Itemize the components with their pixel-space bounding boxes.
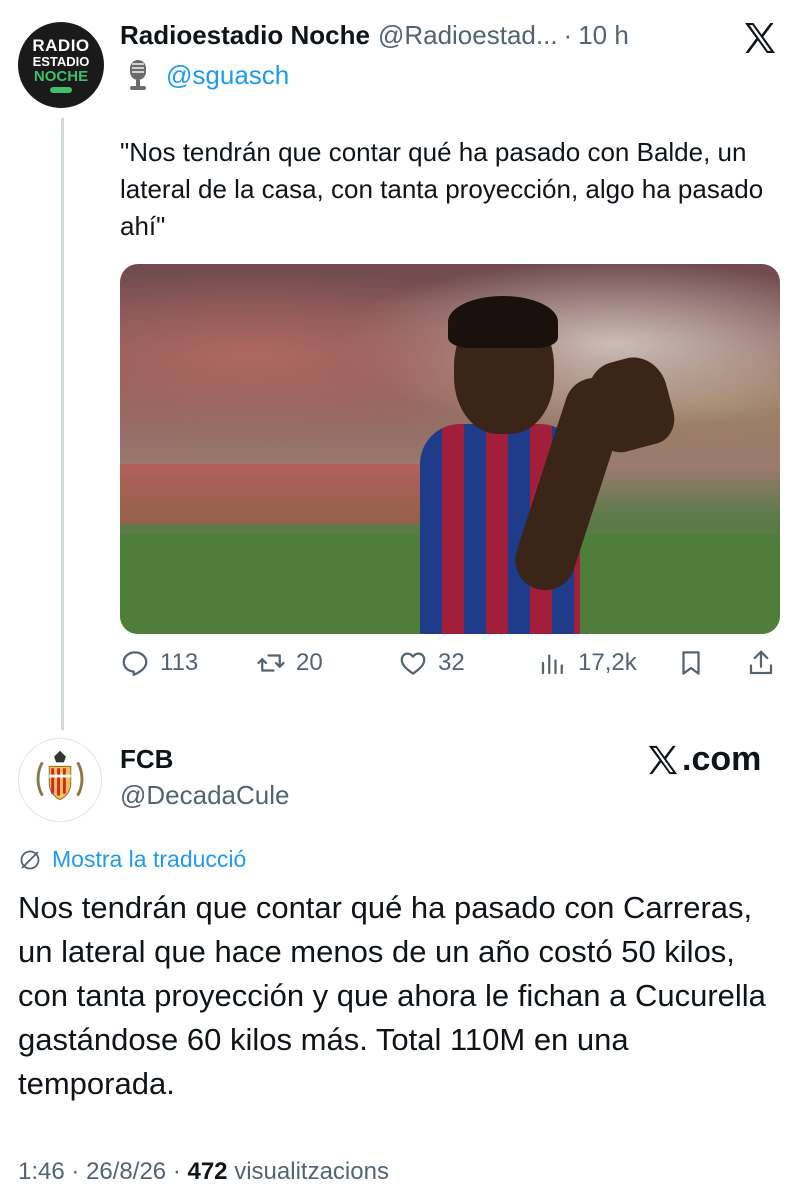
photo-player-hair bbox=[448, 296, 558, 348]
parent-tweet-text: "Nos tendrán que contar qué ha pasado co… bbox=[120, 137, 764, 241]
main-author-handle[interactable]: @DecadaCule bbox=[120, 780, 289, 811]
mention-link[interactable]: @sguasch bbox=[166, 60, 289, 91]
x-watermark-icon bbox=[648, 745, 678, 774]
author-handle[interactable]: @Radioestad... bbox=[378, 20, 558, 51]
main-tweet-text: Nos tendrán que contar qué ha pasado con… bbox=[18, 890, 766, 1101]
avatar-logo-line-3: NOCHE bbox=[33, 68, 89, 85]
like-button[interactable]: 32 bbox=[398, 648, 465, 678]
like-icon bbox=[400, 652, 426, 675]
bookmark-button[interactable] bbox=[676, 648, 716, 678]
meta-separator: · bbox=[71, 1158, 87, 1185]
bookmark-icon bbox=[682, 651, 700, 675]
tweet-date[interactable]: 26/8/26 bbox=[86, 1158, 166, 1185]
author-name[interactable]: Radioestadio Noche bbox=[120, 20, 370, 51]
fcb-crest-avatar[interactable] bbox=[18, 738, 102, 822]
x-com-watermark: .com bbox=[646, 740, 761, 779]
tweet-view-count: 472 bbox=[187, 1158, 228, 1185]
x-com-text: .com bbox=[682, 740, 762, 778]
tweet-meta: 1:46 · 26/8/26 · 472 visualitzacions bbox=[18, 1158, 389, 1186]
reply-count: 113 bbox=[160, 649, 199, 676]
repost-icon bbox=[257, 654, 285, 672]
avatar-logo-mark bbox=[50, 87, 72, 93]
repost-button[interactable]: 20 bbox=[256, 648, 323, 678]
microphone-icon bbox=[130, 60, 146, 90]
repost-count: 20 bbox=[296, 649, 323, 676]
radioestadio-avatar[interactable]: RADIO ESTADIO NOCHE bbox=[18, 22, 104, 108]
parent-tweet-header: Radioestadio Noche @Radioestad... · 10 h bbox=[120, 20, 710, 51]
translate-icon bbox=[20, 850, 40, 869]
tweet-time[interactable]: 10 h bbox=[578, 20, 629, 51]
tweet-photo[interactable] bbox=[120, 264, 780, 634]
avatar-logo-line-1: RADIO bbox=[32, 36, 90, 55]
like-count: 32 bbox=[438, 649, 465, 676]
views-button[interactable]: 17,2k bbox=[538, 648, 637, 678]
tweet-views-label: visualitzacions bbox=[234, 1158, 389, 1185]
meta-separator: · bbox=[172, 1158, 188, 1185]
thread-connector-line bbox=[61, 118, 64, 730]
views-icon bbox=[541, 654, 563, 675]
translate-label[interactable]: Mostra la traducció bbox=[52, 846, 246, 873]
time-separator: · bbox=[563, 20, 573, 50]
reply-icon bbox=[122, 651, 148, 676]
photo-advertising-board bbox=[120, 464, 420, 524]
tweet-time-stamp[interactable]: 1:46 bbox=[18, 1158, 65, 1185]
reply-button[interactable]: 113 bbox=[120, 648, 198, 678]
translate-link[interactable]: Mostra la traducció bbox=[18, 846, 246, 873]
x-logo-icon[interactable] bbox=[742, 20, 778, 56]
view-count: 17,2k bbox=[578, 649, 637, 676]
avatar-logo-line-2: ESTADIO bbox=[32, 54, 90, 69]
main-author-name[interactable]: FCB bbox=[120, 744, 173, 775]
share-button[interactable] bbox=[746, 648, 786, 678]
tweet-action-bar: 113 20 32 17,2k bbox=[120, 648, 780, 688]
share-icon bbox=[749, 650, 773, 675]
mention-row: @sguasch bbox=[124, 58, 289, 92]
